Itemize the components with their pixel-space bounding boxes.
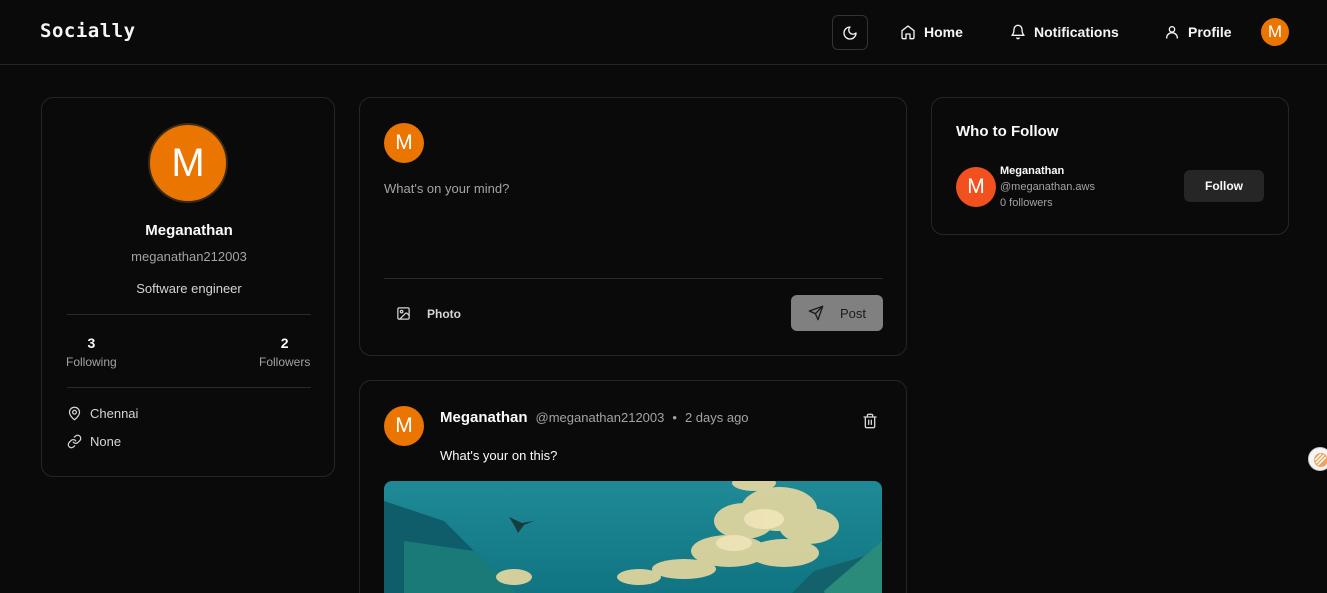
post-button-label: Post	[839, 305, 866, 321]
post-separator: •	[672, 410, 677, 425]
location-text: Chennai	[90, 406, 139, 421]
trash-icon	[863, 413, 877, 429]
theme-toggle-button[interactable]	[832, 15, 868, 50]
nav-home-label: Home	[924, 24, 963, 40]
location-row: Chennai	[67, 406, 138, 421]
post-image[interactable]	[384, 481, 882, 593]
nav-notifications-link[interactable]: Notifications	[1010, 22, 1119, 42]
suggestion-followers: 0 followers	[1000, 197, 1053, 209]
website-text: None	[90, 434, 122, 449]
suggestion-avatar[interactable]: M	[956, 167, 996, 207]
post-header: Meganathan @meganathan212003 • 2 days ag…	[440, 409, 749, 426]
suggestion-handle: @meganathan.aws	[1000, 181, 1095, 193]
profile-divider	[67, 387, 311, 388]
website-row: None	[67, 434, 121, 449]
post-composer: M What's on your mind? Photo Post	[359, 97, 907, 356]
followers-count: 2	[280, 335, 289, 351]
nav-profile-label: Profile	[1188, 24, 1232, 40]
who-to-follow-title: Who to Follow	[956, 123, 1059, 140]
nav-home-link[interactable]: Home	[900, 22, 963, 42]
brand-logo[interactable]: Socially	[40, 20, 136, 42]
profile-bio: Software engineer	[136, 281, 242, 296]
suggestion-name[interactable]: Meganathan	[1000, 165, 1064, 177]
following-stat[interactable]: 3 Following	[66, 335, 117, 369]
profile-card: M Meganathan meganathan212003 Software e…	[41, 97, 335, 477]
nav-notifications-label: Notifications	[1034, 24, 1119, 40]
link-icon	[67, 434, 82, 449]
bell-icon	[1011, 24, 1025, 40]
who-to-follow-card: Who to Follow M Meganathan @meganathan.a…	[931, 97, 1289, 235]
following-count: 3	[87, 335, 96, 351]
delete-post-button[interactable]	[862, 413, 878, 434]
post-button[interactable]: Post	[791, 295, 883, 331]
profile-username: meganathan212003	[131, 249, 247, 264]
composer-avatar: M	[384, 123, 424, 163]
post-card: M Meganathan @meganathan212003 • 2 days …	[359, 380, 907, 593]
following-label: Following	[66, 355, 117, 369]
floating-widget-icon[interactable]	[1308, 447, 1327, 471]
user-icon	[1166, 26, 1178, 39]
post-timestamp: 2 days ago	[684, 410, 749, 425]
profile-divider	[67, 314, 311, 315]
map-pin-icon	[68, 406, 81, 421]
moon-icon	[843, 25, 857, 40]
photo-label: Photo	[427, 306, 461, 321]
post-text-input[interactable]: What's on your mind?	[384, 181, 509, 196]
send-icon	[808, 305, 824, 321]
profile-avatar[interactable]: M	[148, 123, 228, 203]
followers-stat[interactable]: 2 Followers	[259, 335, 310, 369]
landscape-painting-image	[384, 481, 882, 593]
composer-divider	[384, 278, 883, 279]
widget-logo-icon	[1314, 453, 1327, 467]
post-author-avatar[interactable]: M	[384, 406, 424, 446]
user-avatar-button[interactable]: M	[1261, 18, 1289, 46]
post-content: What's your on this?	[440, 448, 558, 463]
top-navbar: Socially Home Notifications Profile M	[0, 0, 1327, 65]
post-author-name[interactable]: Meganathan	[440, 409, 528, 426]
post-author-handle: @meganathan212003	[535, 410, 665, 425]
home-icon	[901, 25, 915, 40]
follow-button[interactable]: Follow	[1184, 170, 1264, 202]
nav-profile-link[interactable]: Profile	[1164, 22, 1232, 42]
followers-label: Followers	[259, 355, 311, 369]
image-icon	[397, 307, 410, 320]
add-photo-button[interactable]: Photo	[396, 306, 461, 321]
profile-name[interactable]: Meganathan	[42, 222, 336, 239]
